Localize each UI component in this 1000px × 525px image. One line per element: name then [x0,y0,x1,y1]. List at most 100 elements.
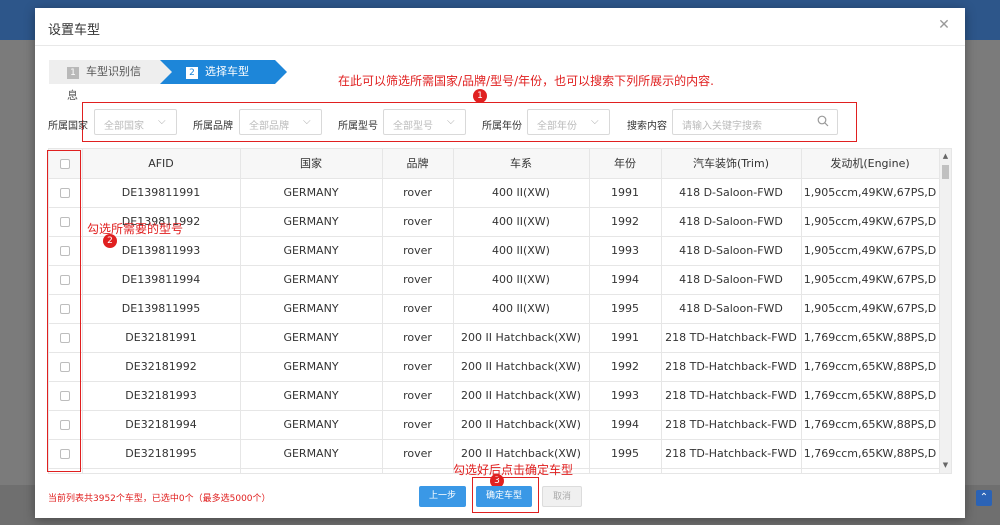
cell-afid: DE139811994 [82,265,241,295]
cell-engine: 1,769ccm,65KW,88PS,D [801,352,940,382]
cell-engine: 1,769ccm,65KW,88PS,D [801,439,940,469]
cell-brand: rover [382,352,454,382]
brand-select-value: 全部品牌 [249,121,289,132]
step-vehicle-identification[interactable]: 1 车型识别信息 [49,60,172,102]
cell-trim: 218 TD-Hatchback-FWD [661,439,802,469]
cell-series: 200 II Hatchback(XW) [453,323,590,353]
country-select[interactable]: 全部国家 ⌵ [94,109,177,135]
search-input[interactable]: 请输入关键字搜索 [672,109,838,135]
search-label: 搜索内容 [627,121,667,132]
scroll-up-icon[interactable]: ▲ [940,151,951,162]
country-filter-label: 所属国家 [48,121,88,132]
cell-year: 1993 [589,236,662,266]
column-header-year[interactable]: 年份 [589,149,662,179]
year-select[interactable]: 全部年份 ⌵ [527,109,610,135]
scroll-down-icon[interactable]: ▼ [940,460,951,471]
annotation-badge-2: 2 [103,234,117,248]
column-header-brand[interactable]: 品牌 [382,149,454,179]
table-row[interactable]: DE32181991 GERMANY rover 200 II Hatchback(X… [49,323,940,353]
cell-afid [82,468,241,473]
cell-trim: 418 D-Saloon-FWD [661,236,802,266]
brand-filter-label: 所属品牌 [193,121,233,132]
dialog-header: 设置车型 ✕ [35,8,965,46]
chevron-down-icon: ⌵ [303,116,311,127]
step-label: 选择车型 [205,65,249,78]
step-number: 2 [186,67,198,79]
annotation-badge-1: 1 [473,89,487,103]
table-row[interactable]: DE32181993 GERMANY rover 200 II Hatchback(X… [49,381,940,411]
set-vehicle-model-dialog: 设置车型 ✕ 1 车型识别信息 2 选择车型 在此可以筛选所需国家/品牌/型号/年份… [35,8,965,518]
chevron-down-icon: ⌵ [447,116,455,127]
brand-select[interactable]: 全部品牌 ⌵ [239,109,322,135]
cell-engine: 1,905ccm,49KW,67PS,D [801,265,940,295]
annotation-confirm-hint: 勾选好后点击确定车型 [453,463,574,477]
table-row[interactable]: DE139811991 GERMANY rover 400 II(XW) 1991 418… [49,178,940,208]
cell-trim: 418 D-Saloon-FWD [661,178,802,208]
column-header-series[interactable]: 车系 [453,149,590,179]
cell-engine: 1,905ccm,49KW,67PS,D [801,178,940,208]
cell-country: GERMANY [240,352,383,382]
cell-series: 400 II(XW) [453,236,590,266]
cancel-button[interactable]: 取消 [542,486,582,507]
scrollbar-thumb[interactable] [942,165,949,179]
table-scrollbar[interactable]: ▲ ▼ [939,149,951,473]
close-icon[interactable]: ✕ [937,18,951,32]
step-indicator: 1 车型识别信息 2 选择车型 [49,60,287,102]
cell-trim: 218 TD-Hatchback-FWD [661,410,802,440]
search-icon[interactable] [817,115,829,127]
column-header-engine[interactable]: 发动机(Engine) [801,149,940,179]
cell-trim: 418 D-Saloon-FWD [661,265,802,295]
cell-brand: rover [382,294,454,324]
cell-year: 1992 [589,207,662,237]
table-row[interactable]: DE32181992 GERMANY rover 200 II Hatchback(X… [49,352,940,382]
step-select-model[interactable]: 2 选择车型 [160,60,287,84]
table-row[interactable]: DE139811994 GERMANY rover 400 II(XW) 1994 418… [49,265,940,295]
background-left-panel [0,40,35,525]
dialog-title: 设置车型 [48,23,101,38]
annotation-checkbox-column-box [47,150,81,472]
cell-country: GERMANY [240,381,383,411]
scroll-to-top-icon[interactable]: ⌃ [976,490,992,506]
cell-year: 1992 [589,352,662,382]
annotation-select-hint: 勾选所需要的型号 [87,222,184,236]
cell-brand: rover [382,178,454,208]
cell-country: GERMANY [240,207,383,237]
cell-engine: 1,905ccm,49KW,67PS,D [801,207,940,237]
table-row[interactable]: DE139811993 GERMANY rover 400 II(XW) 1993 418… [49,236,940,266]
cell-brand: rover [382,265,454,295]
cell-year: 1994 [589,410,662,440]
cell-country: GERMANY [240,439,383,469]
model-filter-label: 所属型号 [338,121,378,132]
cell-country [240,468,383,473]
cell-afid: DE32181994 [82,410,241,440]
cell-brand: rover [382,236,454,266]
cell-brand: rover [382,410,454,440]
chevron-down-icon: ⌵ [158,116,166,127]
cell-trim [661,468,802,473]
model-select-value: 全部型号 [393,121,433,132]
selection-status: 当前列表共3952个车型，已选中0个（最多选5000个） [48,494,271,504]
column-header-country[interactable]: 国家 [240,149,383,179]
cell-year: 1993 [589,381,662,411]
table-row[interactable]: DE32181994 GERMANY rover 200 II Hatchback(X… [49,410,940,440]
cell-engine [801,468,940,473]
cell-engine: 1,769ccm,65KW,88PS,D [801,323,940,353]
table-row[interactable]: DE139811995 GERMANY rover 400 II(XW) 1995 418… [49,294,940,324]
model-select[interactable]: 全部型号 ⌵ [383,109,466,135]
column-header-trim[interactable]: 汽车装饰(Trim) [661,149,802,179]
cell-engine: 1,905ccm,49KW,67PS,D [801,236,940,266]
cell-engine: 1,769ccm,65KW,88PS,D [801,410,940,440]
cell-country: GERMANY [240,323,383,353]
cell-afid: DE139811991 [82,178,241,208]
year-filter-label: 所属年份 [482,121,522,132]
confirm-model-button[interactable]: 确定车型 [476,486,532,507]
table-header-row: AFID 国家 品牌 车系 年份 汽车装饰(Trim) 发动机(Engine) [49,149,940,179]
cell-country: GERMANY [240,178,383,208]
cell-brand [382,468,454,473]
column-header-afid[interactable]: AFID [82,149,241,179]
vehicle-model-table: AFID 国家 品牌 车系 年份 汽车装饰(Trim) 发动机(Engine) … [48,148,952,474]
cell-series: 400 II(XW) [453,265,590,295]
previous-step-button[interactable]: 上一步 [419,486,466,507]
cell-brand: rover [382,381,454,411]
cell-series: 200 II Hatchback(XW) [453,352,590,382]
